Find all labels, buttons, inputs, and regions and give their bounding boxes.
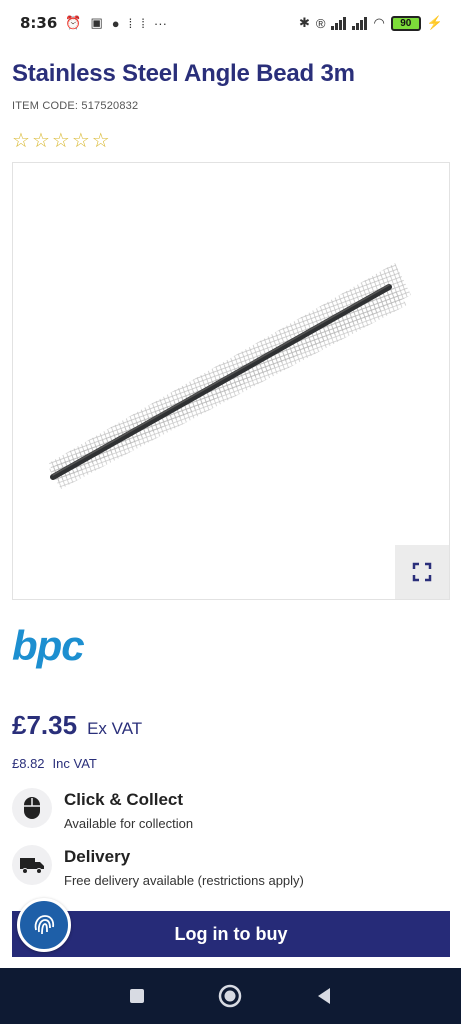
product-image: [49, 263, 411, 489]
registered-icon: ®: [315, 15, 326, 31]
delivery-title: Delivery: [64, 847, 131, 866]
notification-icons: ⏰ ▣ ● ⁞ ⁞ ···: [65, 15, 167, 31]
back-button[interactable]: [309, 981, 339, 1011]
product-image-panel[interactable]: [12, 162, 450, 600]
brand-logo[interactable]: bpc: [12, 622, 85, 670]
star-icon: ☆: [71, 130, 90, 152]
notification-icon: ⁞: [128, 15, 133, 31]
status-time: 8:36: [20, 14, 58, 32]
system-nav-bar: [0, 968, 461, 1024]
star-icon: ☆: [12, 130, 30, 152]
mouse-icon: [12, 788, 52, 828]
circle-icon: [219, 984, 242, 1008]
rating-stars[interactable]: ☆ ☆ ☆ ☆ ☆: [12, 130, 110, 152]
wifi-icon: ◠: [373, 15, 385, 30]
price-row: £7.35 Ex VAT: [12, 710, 142, 741]
fingerprint-icon: [34, 915, 55, 935]
price-inc-row: £8.82 Inc VAT: [12, 756, 97, 771]
inc-vat-label: Inc VAT: [52, 756, 97, 771]
signal-icon: [352, 16, 368, 30]
price-ex-vat: £7.35: [12, 710, 78, 740]
ex-vat-label: Ex VAT: [87, 719, 143, 738]
alarm-icon: ⏰: [65, 15, 82, 30]
signal-icon: [331, 16, 347, 30]
status-bar: 8:36 ⏰ ▣ ● ⁞ ⁞ ··· ✱ ® ◠ 90 ⚡: [0, 0, 461, 46]
chat-bubble-icon: ●: [111, 15, 120, 31]
click-and-collect: Click & Collect Available for collection: [12, 788, 193, 831]
home-button[interactable]: [215, 981, 245, 1011]
chat-fab-button[interactable]: [17, 898, 71, 952]
log-in-to-buy-button[interactable]: Log in to buy: [12, 911, 450, 957]
delivery: Delivery Free delivery available (restri…: [12, 845, 304, 888]
price-inc-vat: £8.82: [12, 756, 45, 771]
delivery-subtitle: Free delivery available (restrictions ap…: [64, 873, 304, 888]
notification-icon: ⁞: [141, 15, 145, 31]
battery-icon: 90: [390, 15, 421, 31]
recents-button[interactable]: [122, 981, 152, 1011]
bluetooth-icon: ✱: [298, 15, 310, 30]
system-icons: ✱ ® ◠ 90 ⚡: [299, 15, 443, 31]
collect-title: Click & Collect: [64, 790, 184, 809]
expand-icon: [412, 562, 432, 582]
truck-icon: [12, 845, 52, 885]
product-title: Stainless Steel Angle Bead 3m: [12, 60, 355, 87]
star-icon: ☆: [91, 130, 110, 152]
more-icon: ···: [153, 15, 167, 31]
square-icon: [129, 989, 144, 1003]
charging-icon: ⚡: [426, 15, 443, 30]
triangle-back-icon: [318, 988, 331, 1004]
collect-subtitle: Available for collection: [64, 816, 194, 831]
item-code: ITEM CODE: 517520832: [12, 100, 139, 112]
star-icon: ☆: [31, 130, 50, 152]
expand-image-button[interactable]: [395, 545, 449, 599]
star-icon: ☆: [51, 130, 70, 152]
nfc-icon: ▣: [90, 15, 103, 30]
